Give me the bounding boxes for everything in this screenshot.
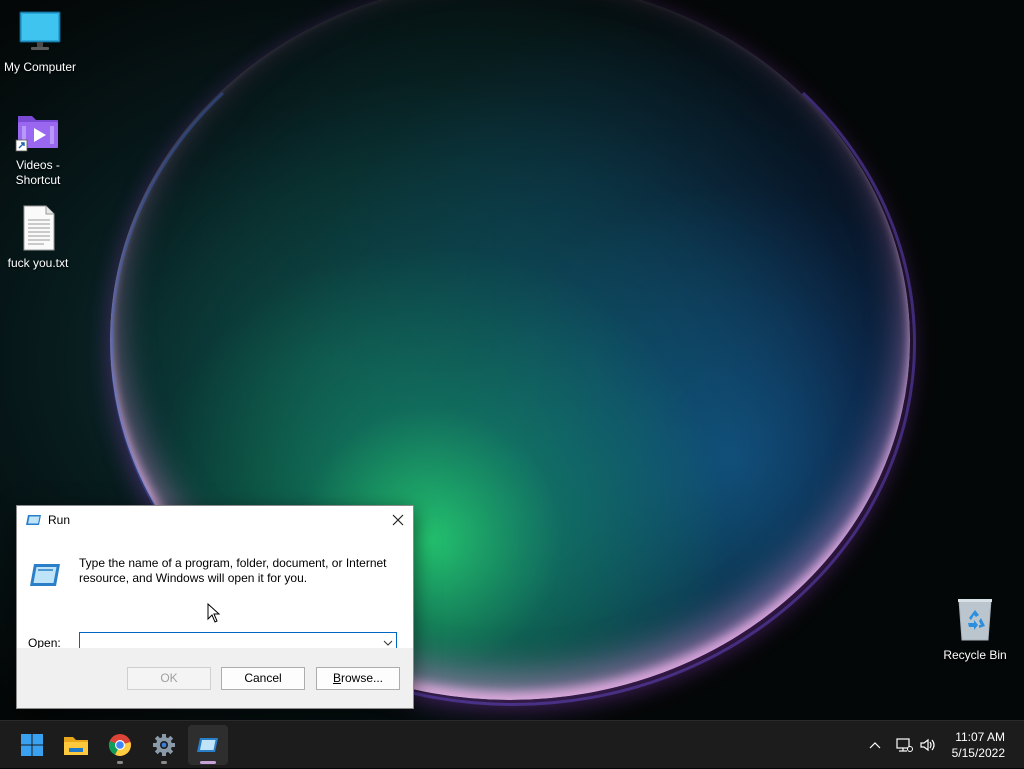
desktop-icon-recycle-bin[interactable]: Recycle Bin [935,596,1015,663]
clock-date: 5/15/2022 [951,746,1005,760]
recycle-bin-icon [951,596,999,644]
desktop-icon-label: fuck you.txt [7,256,69,270]
cancel-button[interactable]: Cancel [221,667,305,690]
taskbar-run-button[interactable] [188,725,228,765]
windows-logo-icon [21,734,43,756]
desktop-icon-videos-shortcut[interactable]: Videos - Shortcut [0,106,78,188]
browse-accesskey: B [332,671,341,685]
run-program-icon [30,564,60,586]
desktop-icon-label: Recycle Bin [943,648,1007,662]
desktop-icon-label: Videos - Shortcut [15,158,61,187]
clock-time: 11:07 AM [955,730,1005,744]
run-icon [197,738,218,752]
browse-button[interactable]: Browse... [316,667,400,690]
mouse-cursor-icon [207,603,221,623]
run-body: Type the name of a program, folder, docu… [17,534,413,654]
show-hidden-icons-button[interactable] [864,721,886,769]
taskbar-start-button[interactable] [12,725,52,765]
running-indicator [117,761,123,764]
taskbar-clock[interactable]: 11:07 AM 5/15/2022 [952,729,1005,761]
close-icon [392,514,404,526]
run-description: Type the name of a program, folder, docu… [79,556,387,585]
gear-icon [153,734,175,756]
text-file-icon [14,204,62,252]
monitor-icon [16,8,64,56]
taskbar-settings-button[interactable] [144,725,184,765]
network-button[interactable] [892,721,916,769]
ok-button[interactable]: OK [127,667,211,690]
chevron-up-icon [869,742,881,749]
taskbar-file-explorer-button[interactable] [56,725,96,765]
close-button[interactable] [383,506,413,534]
chrome-icon [108,734,131,756]
video-folder-shortcut-icon [14,106,62,154]
network-icon [896,738,913,752]
folder-icon [64,737,88,755]
browse-label: rowse... [341,671,384,685]
run-icon [26,515,41,525]
speaker-icon [920,738,935,752]
taskbar: 11:07 AM 5/15/2022 [0,720,1024,768]
volume-button[interactable] [916,721,940,769]
desktop-icon-my-computer[interactable]: My Computer [0,8,80,75]
running-indicator [200,761,216,764]
run-title-bar[interactable]: Run [17,506,413,534]
desktop-icon-label: My Computer [3,60,77,74]
run-button-bar: OK Cancel Browse... [17,648,413,708]
running-indicator [161,761,167,764]
run-title-text: Run [48,513,71,527]
taskbar-chrome-button[interactable] [100,725,140,765]
desktop-icon-text-file[interactable]: fuck you.txt [0,204,78,271]
